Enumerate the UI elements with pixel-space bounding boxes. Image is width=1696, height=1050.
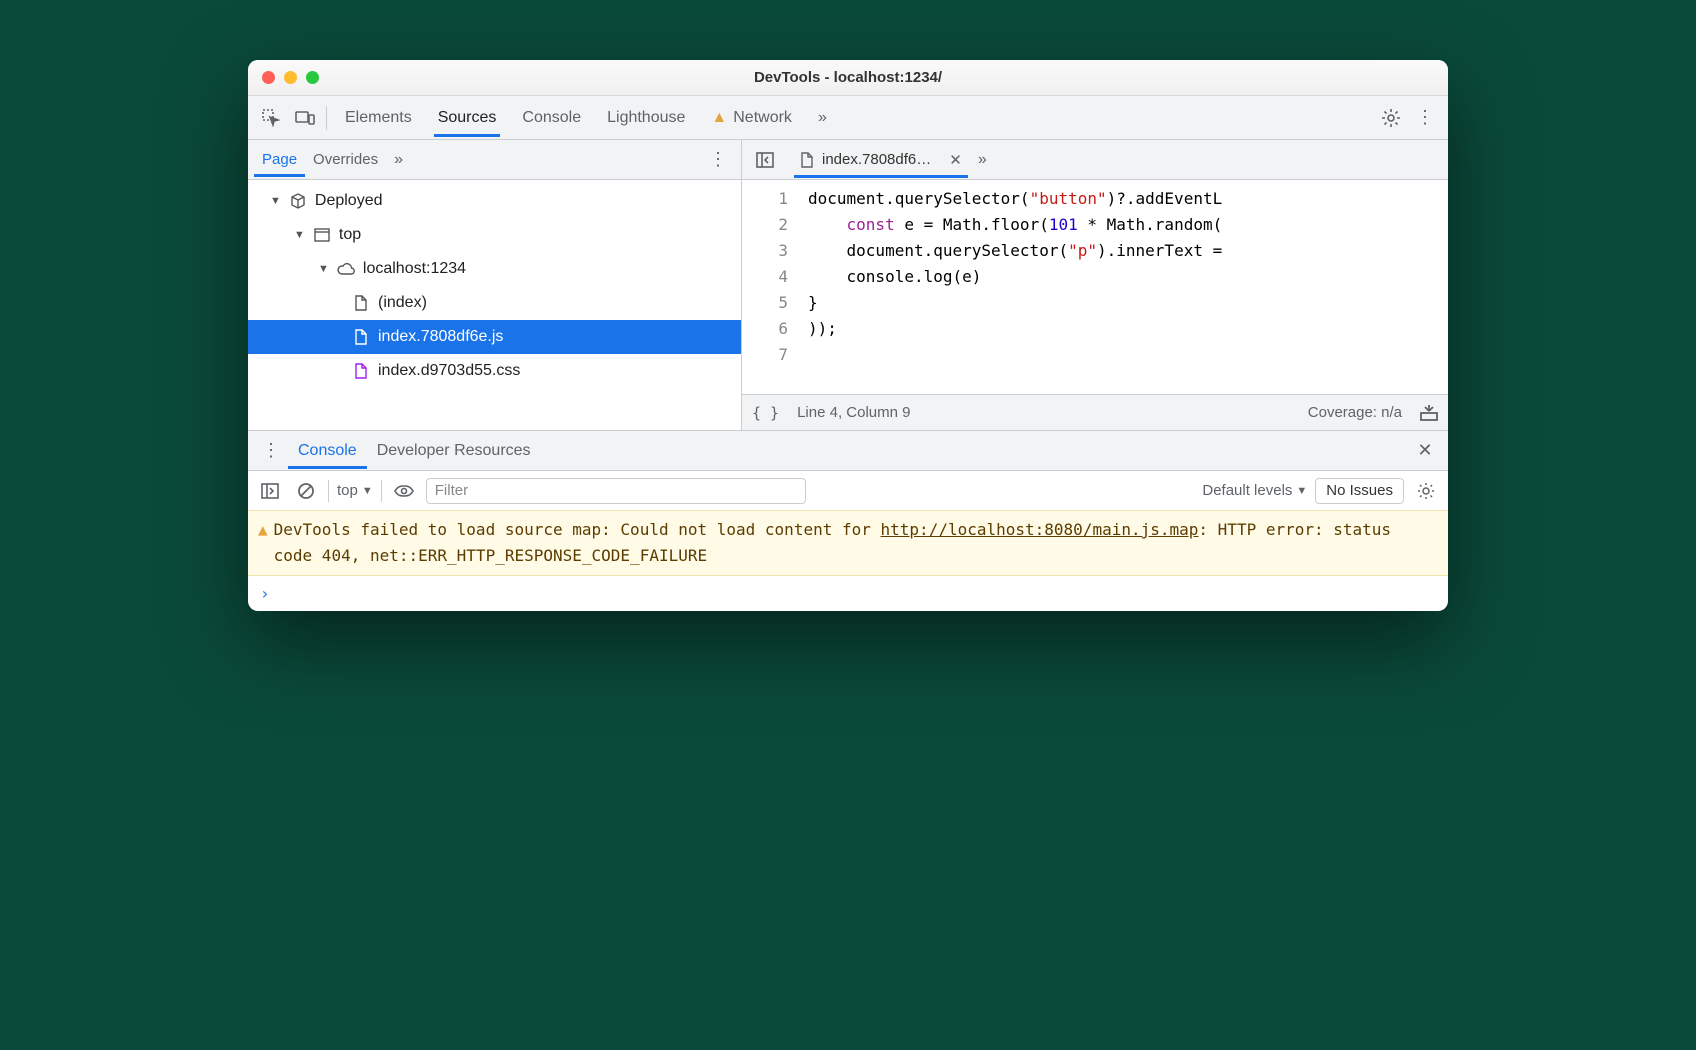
chevron-down-icon: ▼	[318, 263, 329, 275]
expand-icon[interactable]	[1420, 405, 1438, 421]
more-tabs-icon[interactable]: »	[814, 99, 831, 137]
nav-more-tabs-icon[interactable]: »	[386, 142, 411, 178]
tree-label: Deployed	[315, 192, 383, 210]
cloud-icon	[337, 263, 355, 275]
tab-console[interactable]: Console	[518, 99, 585, 137]
console-settings-icon[interactable]	[1412, 477, 1440, 505]
navigator-panel: Page Overrides » ⋮ ▼ Deployed ▼	[248, 140, 742, 430]
main-toolbar: Elements Sources Console Lighthouse ▲ Ne…	[248, 96, 1448, 140]
tree-node-top[interactable]: ▼ top	[248, 218, 741, 252]
close-tab-icon[interactable]: ✕	[949, 151, 962, 169]
tab-elements[interactable]: Elements	[341, 99, 416, 137]
window-controls	[262, 71, 319, 84]
filter-input[interactable]: Filter	[426, 478, 806, 504]
chevron-down-icon: ▼	[270, 195, 281, 207]
drawer-tab-devresources[interactable]: Developer Resources	[367, 433, 541, 469]
issues-button[interactable]: No Issues	[1315, 478, 1404, 504]
sourcemap-link[interactable]: http://localhost:8080/main.js.map	[881, 520, 1199, 539]
tree-file-index[interactable]: (index)	[248, 286, 741, 320]
drawer-tabs: ⋮ Console Developer Resources ✕	[248, 430, 1448, 470]
context-selector[interactable]: top ▼	[337, 482, 373, 499]
line-gutter: 1234567	[742, 180, 800, 394]
separator	[326, 106, 327, 130]
close-window-button[interactable]	[262, 71, 275, 84]
nav-tab-page[interactable]: Page	[254, 142, 305, 177]
sources-main: Page Overrides » ⋮ ▼ Deployed ▼	[248, 140, 1448, 430]
console-toolbar: top ▼ Filter Default levels ▼ No Issues	[248, 470, 1448, 510]
warning-icon: ▲	[258, 517, 268, 569]
navigator-tabs: Page Overrides » ⋮	[248, 140, 741, 180]
tree-label: top	[339, 226, 361, 244]
drawer-menu-icon[interactable]: ⋮	[254, 434, 288, 468]
devtools-window: DevTools - localhost:1234/ Elements Sour…	[248, 60, 1448, 611]
device-toolbar-icon[interactable]	[288, 101, 322, 135]
drawer-tab-console[interactable]: Console	[288, 433, 367, 469]
console-message: DevTools failed to load source map: Coul…	[274, 517, 1438, 569]
tree-label: localhost:1234	[363, 260, 466, 278]
console-warning-row: ▲ DevTools failed to load source map: Co…	[248, 510, 1448, 576]
more-source-tabs-icon[interactable]: »	[978, 151, 987, 169]
tab-sources[interactable]: Sources	[434, 99, 501, 137]
tree-file-css[interactable]: index.d9703d55.css	[248, 354, 741, 388]
file-icon	[352, 329, 370, 345]
panel-tabs: Elements Sources Console Lighthouse ▲ Ne…	[341, 99, 831, 137]
titlebar: DevTools - localhost:1234/	[248, 60, 1448, 96]
toggle-sidebar-icon[interactable]	[748, 143, 782, 177]
cube-icon	[289, 193, 307, 209]
code-editor[interactable]: 1234567 document.querySelector("button")…	[742, 180, 1448, 394]
minimize-window-button[interactable]	[284, 71, 297, 84]
format-icon[interactable]: { }	[752, 404, 779, 422]
tree-file-js[interactable]: index.7808df6e.js	[248, 320, 741, 354]
nav-more-menu-icon[interactable]: ⋮	[701, 143, 735, 177]
dropdown-icon: ▼	[362, 485, 373, 497]
console-prompt[interactable]: ›	[248, 576, 1448, 611]
source-tabs: index.7808df6… ✕ »	[742, 140, 1448, 180]
dropdown-icon: ▼	[1296, 485, 1307, 497]
file-icon	[800, 152, 814, 168]
file-tree: ▼ Deployed ▼ top ▼	[248, 180, 741, 430]
tree-label: (index)	[378, 294, 427, 312]
console-sidebar-toggle-icon[interactable]	[256, 477, 284, 505]
tree-label: index.d9703d55.css	[378, 362, 520, 380]
code-content[interactable]: document.querySelector("button")?.addEve…	[800, 180, 1448, 394]
tree-node-deployed[interactable]: ▼ Deployed	[248, 184, 741, 218]
cursor-position: Line 4, Column 9	[797, 404, 910, 421]
editor-statusbar: { } Line 4, Column 9 Coverage: n/a	[742, 394, 1448, 430]
settings-icon[interactable]	[1374, 101, 1408, 135]
tab-network[interactable]: ▲ Network	[707, 99, 796, 137]
zoom-window-button[interactable]	[306, 71, 319, 84]
clear-console-icon[interactable]	[292, 477, 320, 505]
more-menu-icon[interactable]: ⋮	[1408, 101, 1442, 135]
tree-label: index.7808df6e.js	[378, 328, 503, 346]
file-icon	[352, 295, 370, 311]
frame-icon	[313, 228, 331, 242]
tab-lighthouse[interactable]: Lighthouse	[603, 99, 689, 137]
file-icon	[352, 363, 370, 379]
log-levels-selector[interactable]: Default levels ▼	[1202, 482, 1307, 499]
warning-icon: ▲	[711, 109, 727, 127]
source-file-tab[interactable]: index.7808df6… ✕	[794, 142, 968, 178]
source-panel: index.7808df6… ✕ » 1234567 document.quer…	[742, 140, 1448, 430]
inspect-element-icon[interactable]	[254, 101, 288, 135]
close-drawer-icon[interactable]: ✕	[1408, 434, 1442, 468]
chevron-down-icon: ▼	[294, 229, 305, 241]
tree-node-host[interactable]: ▼ localhost:1234	[248, 252, 741, 286]
nav-tab-overrides[interactable]: Overrides	[305, 142, 386, 177]
live-expression-icon[interactable]	[390, 477, 418, 505]
coverage-label: Coverage: n/a	[1308, 404, 1402, 421]
window-title: DevTools - localhost:1234/	[248, 69, 1448, 86]
source-tab-label: index.7808df6…	[822, 151, 931, 168]
